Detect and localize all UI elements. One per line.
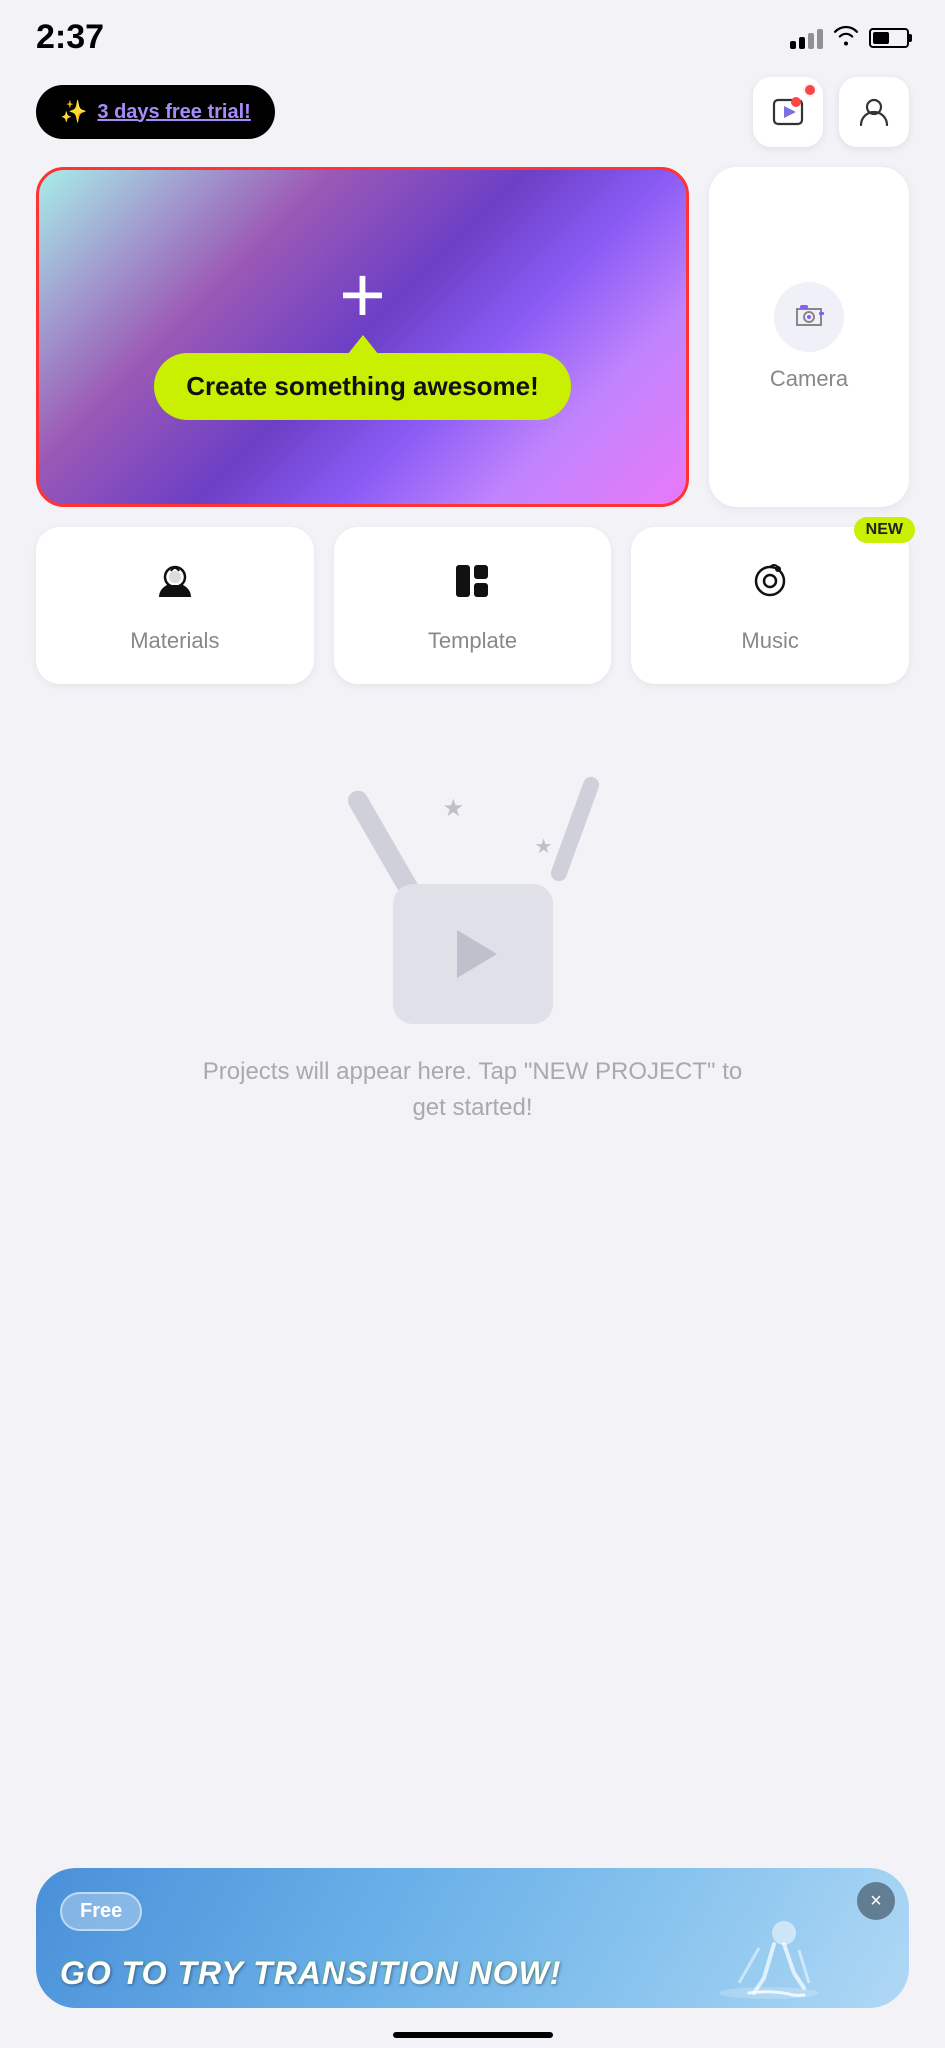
trial-text: 3 days free trial!: [97, 101, 250, 124]
play-icon: [457, 930, 497, 978]
trial-banner[interactable]: ✨ 3 days free trial!: [36, 85, 275, 139]
empty-text: Projects will appear here. Tap "NEW PROJ…: [193, 1054, 753, 1126]
battery-icon: [869, 28, 909, 48]
music-icon: [746, 557, 794, 616]
music-label: Music: [741, 628, 798, 654]
music-button[interactable]: NEW Music: [631, 527, 909, 684]
status-icons: [790, 24, 909, 52]
status-bar: 2:37: [0, 0, 945, 67]
camera-button[interactable]: Camera: [709, 167, 909, 507]
template-icon: [448, 557, 496, 616]
template-button[interactable]: Template: [334, 527, 612, 684]
ad-close-button[interactable]: ×: [857, 1882, 895, 1920]
camera-icon-svg: [787, 295, 831, 339]
home-indicator: [393, 2032, 553, 2038]
template-label: Template: [428, 628, 517, 654]
new-badge: NEW: [854, 517, 915, 543]
camera-icon: [774, 282, 844, 352]
materials-icon: [151, 557, 199, 616]
notifications-button[interactable]: [753, 77, 823, 147]
create-bubble: Create something awesome!: [154, 353, 571, 420]
materials-button[interactable]: Materials: [36, 527, 314, 684]
camera-label: Camera: [770, 366, 848, 392]
empty-illustration: ★ ★: [343, 764, 603, 1024]
plus-icon: +: [339, 255, 386, 335]
header: ✨ 3 days free trial!: [0, 67, 945, 167]
slideshow-icon: [771, 95, 805, 129]
signal-icon: [790, 27, 823, 49]
crown-icon: ✨: [60, 99, 87, 125]
ad-banner[interactable]: Free Go to TRY TRANSITION NOW! ×: [36, 1868, 909, 2008]
header-actions: [753, 77, 909, 147]
empty-state: ★ ★ Projects will appear here. Tap "NEW …: [0, 704, 945, 1166]
ad-free-badge: Free: [60, 1892, 142, 1931]
shortcut-row: Materials Template NEW: [36, 527, 909, 684]
main-grid: + Create something awesome! Camera: [0, 167, 945, 684]
materials-label: Materials: [130, 628, 219, 654]
ad-text-content: Go to TRY TRANSITION NOW!: [60, 1955, 561, 1991]
notification-dot: [803, 83, 817, 97]
wifi-icon: [833, 24, 859, 52]
ad-text: Go to TRY TRANSITION NOW!: [60, 1955, 849, 1992]
create-new-project-button[interactable]: + Create something awesome!: [36, 167, 689, 507]
empty-project-box: [393, 884, 553, 1024]
star-icon-2: ★: [535, 834, 553, 859]
status-time: 2:37: [36, 18, 104, 57]
create-cta-text: Create something awesome!: [186, 371, 539, 401]
profile-button[interactable]: [839, 77, 909, 147]
wand-icon: [548, 775, 601, 884]
star-icon-1: ★: [443, 794, 465, 823]
profile-icon: [857, 95, 891, 129]
